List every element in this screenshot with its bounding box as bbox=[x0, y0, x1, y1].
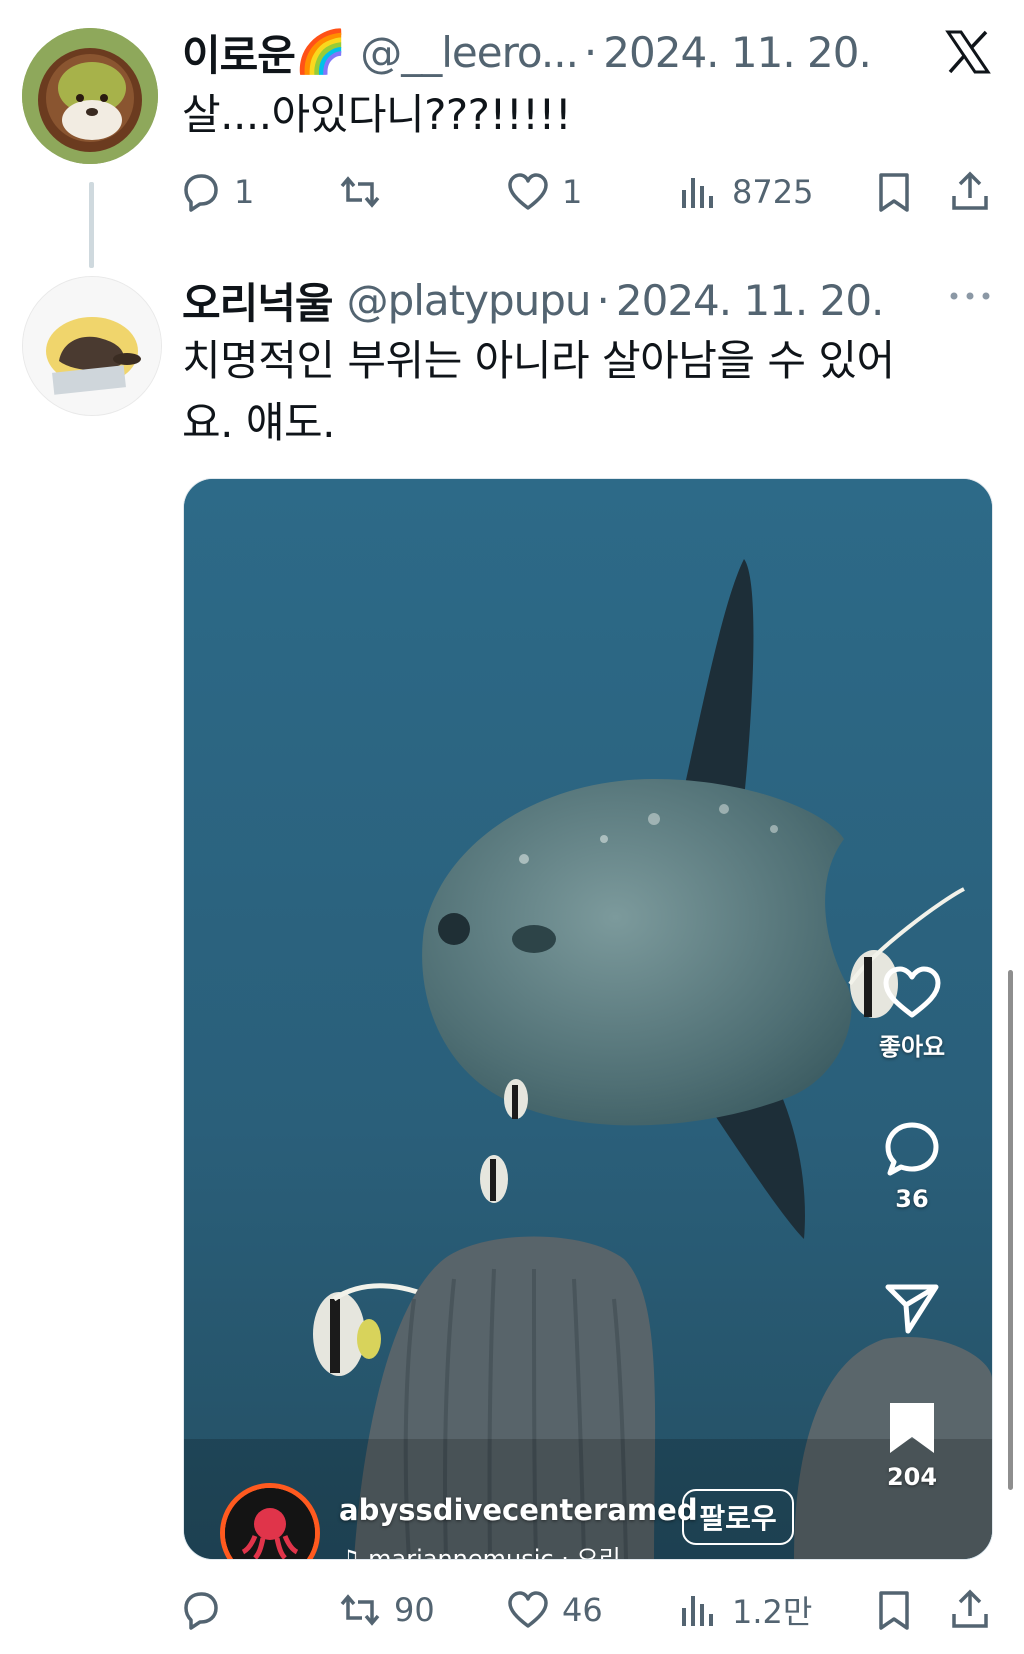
video-music-text[interactable]: ♫ mariannemusic · 오리 bbox=[339, 1539, 621, 1559]
tweet2-like-button[interactable]: 46 bbox=[506, 1580, 603, 1640]
rainbow-emoji: 🌈 bbox=[294, 27, 347, 76]
reply-icon bbox=[184, 1592, 218, 1630]
octopus-logo bbox=[225, 1488, 315, 1559]
more-icon[interactable] bbox=[948, 284, 992, 308]
views-icon bbox=[682, 178, 713, 208]
heart-icon bbox=[883, 966, 941, 1018]
tweet2-bookmark-button[interactable] bbox=[872, 1580, 916, 1640]
tweet2-reply-button[interactable] bbox=[178, 1580, 234, 1640]
tweet1-text: 살....아있다니???!!!!! bbox=[182, 90, 572, 139]
tweet1-separator: · bbox=[583, 27, 598, 77]
avatar-platypupu[interactable] bbox=[22, 276, 162, 416]
retweet-icon bbox=[340, 176, 380, 208]
tweet1-retweet-button[interactable] bbox=[338, 162, 394, 222]
tweet-thread: 이로운 🌈 @__leero... · 2024. 11. 20. 살....아… bbox=[0, 0, 1024, 1654]
tweet1-reply-count: 1 bbox=[234, 173, 255, 211]
video-share-overlay[interactable] bbox=[876, 1279, 948, 1349]
video-save-count: 204 bbox=[886, 1463, 938, 1491]
tweet1-header: 이로운 🌈 @__leero... · 2024. 11. 20. bbox=[182, 22, 902, 82]
tweet2-author-name[interactable]: 오리넉울 bbox=[182, 270, 334, 330]
video-account-name[interactable]: abyssdivecenteramed bbox=[339, 1493, 698, 1527]
like-icon bbox=[508, 173, 548, 210]
tweet2-views-button[interactable]: 1.2만 bbox=[676, 1580, 812, 1640]
bookmark-icon bbox=[879, 1591, 909, 1630]
retweet-icon bbox=[340, 1594, 380, 1626]
tweet1-share-button[interactable] bbox=[948, 162, 992, 222]
tweet2-text-line2: 요. 얘도. bbox=[182, 398, 335, 447]
tweet1-view-count: 8725 bbox=[732, 173, 814, 211]
x-logo-icon[interactable] bbox=[944, 28, 992, 76]
share-icon bbox=[952, 1589, 988, 1628]
share-icon bbox=[952, 171, 988, 210]
save-icon bbox=[890, 1403, 934, 1453]
video-comment-overlay[interactable]: 36 bbox=[876, 1119, 948, 1229]
tweet1-views-button[interactable]: 8725 bbox=[676, 162, 813, 222]
tweet1-reply-button[interactable]: 1 bbox=[178, 162, 254, 222]
video-like-overlay[interactable]: 좋아요 bbox=[876, 965, 948, 1075]
bookmark-icon bbox=[879, 173, 909, 212]
tweet2-retweet-count: 90 bbox=[394, 1591, 435, 1629]
reply-icon bbox=[184, 174, 218, 212]
tweet2-handle[interactable]: @platypupu bbox=[347, 276, 592, 325]
tweet1-like-button[interactable]: 1 bbox=[506, 162, 582, 222]
thread-connector bbox=[89, 182, 94, 268]
tweet1-author-name[interactable]: 이로운 bbox=[182, 22, 296, 82]
tweet2-retweet-button[interactable]: 90 bbox=[338, 1580, 435, 1640]
tweet2-view-count: 1.2만 bbox=[732, 1593, 813, 1631]
tweet1-actions: 1 1 8725 bbox=[178, 162, 998, 222]
tweet2-text-line1: 치명적인 부위는 아니라 살아남을 수 있어 bbox=[182, 336, 895, 385]
views-icon bbox=[682, 1596, 713, 1626]
video-save-overlay[interactable]: 204 bbox=[876, 1399, 948, 1519]
tweet2-media[interactable]: 좋아요 36 204 abyssdivecenteramed ♫ mariann… bbox=[183, 478, 993, 1560]
tweet2-date[interactable]: 2024. 11. 20. bbox=[616, 276, 885, 325]
tweet2-like-count: 46 bbox=[562, 1591, 603, 1629]
comment-bubble-icon bbox=[885, 1122, 939, 1176]
tweet1-bookmark-button[interactable] bbox=[872, 162, 916, 222]
like-icon bbox=[508, 1591, 548, 1628]
video-comment-count: 36 bbox=[895, 1185, 929, 1213]
tweet2-header: 오리넉울 @platypupu · 2024. 11. 20. bbox=[182, 270, 922, 330]
sunfish-video-frame bbox=[184, 479, 992, 1559]
tweet1-like-count: 1 bbox=[562, 173, 583, 211]
avatar-leeroun[interactable] bbox=[22, 28, 158, 164]
video-like-label: 좋아요 bbox=[878, 1033, 946, 1061]
tweet2-share-button[interactable] bbox=[948, 1580, 992, 1640]
tweet2-actions: 90 46 1.2만 bbox=[178, 1580, 998, 1640]
page-scrollbar[interactable] bbox=[1008, 970, 1013, 1490]
send-icon bbox=[885, 1284, 939, 1334]
follow-button[interactable]: 팔로우 bbox=[682, 1489, 794, 1545]
tweet1-date[interactable]: 2024. 11. 20. bbox=[603, 28, 872, 77]
tweet2-separator: · bbox=[596, 275, 610, 325]
tweet1-handle[interactable]: @__leero... bbox=[360, 28, 579, 77]
tweet2-text: 치명적인 부위는 아니라 살아남을 수 있어 요. 얘도. bbox=[182, 330, 982, 454]
